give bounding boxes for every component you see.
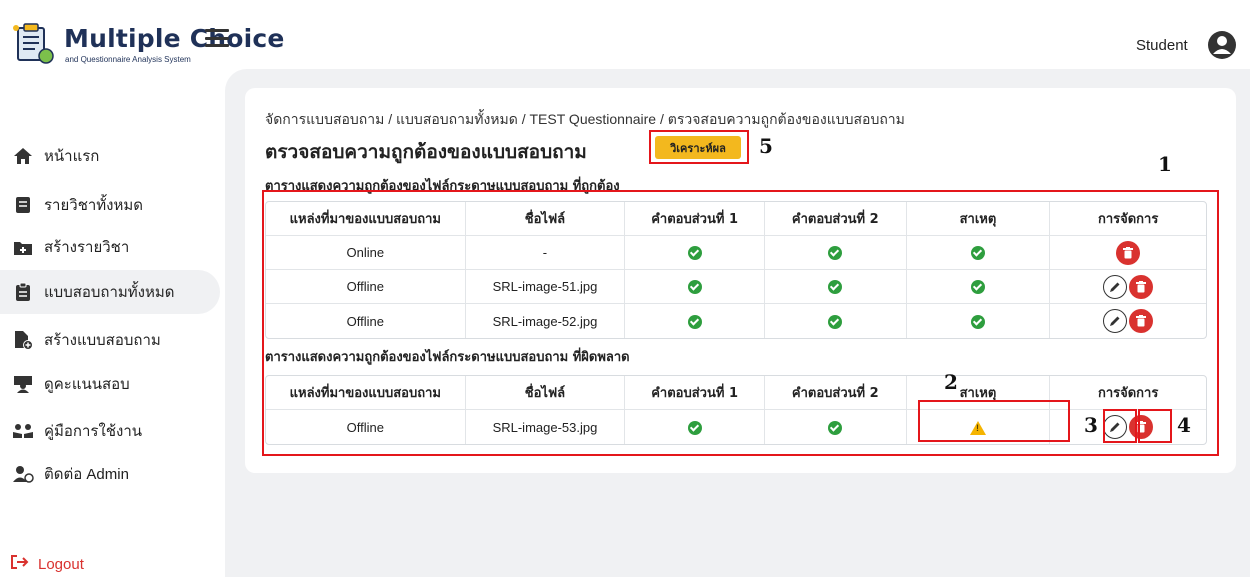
user-avatar-icon[interactable]	[1207, 30, 1237, 60]
annotation-box-edit	[1103, 409, 1137, 443]
sidebar-item-all-questionnaires[interactable]: แบบสอบถามทั้งหมด	[0, 270, 220, 314]
sidebar-item-user-guide[interactable]: คู่มือการใช้งาน	[0, 409, 225, 453]
clipboard-icon	[12, 281, 34, 303]
logout-link[interactable]: Logout	[10, 554, 84, 574]
annotation-number-2: 2	[944, 370, 958, 394]
brand-subtitle: and Questionnaire Analysis System	[65, 55, 191, 64]
logout-icon	[10, 554, 32, 574]
brand-title: Multiple Choice	[64, 24, 285, 53]
user-name[interactable]: Student	[1136, 37, 1188, 54]
sidebar-item-contact-admin[interactable]: ติดต่อ Admin	[0, 452, 225, 496]
sidebar-item-label: สร้างแบบสอบถาม	[44, 332, 161, 349]
add-folder-icon	[12, 236, 34, 258]
add-file-icon	[12, 329, 34, 351]
sidebar-item-create-course[interactable]: สร้างรายวิชา	[0, 225, 225, 269]
annotation-box-cause	[918, 400, 1070, 442]
teacher-icon	[12, 373, 34, 395]
contact-icon	[12, 463, 34, 485]
menu-toggle-icon[interactable]	[205, 29, 229, 47]
annotation-number-5: 5	[759, 134, 773, 158]
breadcrumb[interactable]: จัดการแบบสอบถาม / แบบสอบถามทั้งหมด / TES…	[265, 109, 905, 131]
book-icon	[12, 194, 34, 216]
logout-label: Logout	[38, 555, 84, 573]
home-icon	[12, 145, 34, 167]
reading-icon	[12, 420, 34, 442]
annotation-box-analyze	[649, 130, 749, 164]
sidebar-item-label: รายวิชาทั้งหมด	[44, 197, 144, 214]
annotation-number-1: 1	[1158, 152, 1172, 176]
annotation-box-tables	[262, 190, 1219, 456]
annotation-number-4: 4	[1177, 413, 1191, 437]
annotation-box-delete	[1138, 409, 1172, 443]
sidebar-item-all-courses[interactable]: รายวิชาทั้งหมด	[0, 183, 225, 227]
sidebar-item-label: หน้าแรก	[44, 148, 100, 165]
top-header: Multiple Choice and Questionnaire Analys…	[0, 0, 1250, 69]
sidebar-item-label: แบบสอบถามทั้งหมด	[44, 284, 175, 301]
page-title: ตรวจสอบความถูกต้องของแบบสอบถาม	[265, 141, 587, 163]
sidebar-item-view-scores[interactable]: ดูคะแนนสอบ	[0, 362, 225, 406]
sidebar-item-home[interactable]: หน้าแรก	[0, 134, 225, 178]
annotation-number-3: 3	[1084, 413, 1098, 437]
sidebar-item-label: คู่มือการใช้งาน	[44, 423, 142, 440]
sidebar-item-label: ติดต่อ Admin	[44, 466, 129, 483]
sidebar-item-label: ดูคะแนนสอบ	[44, 376, 130, 393]
logo-icon	[13, 23, 54, 64]
sidebar-item-label: สร้างรายวิชา	[44, 239, 130, 256]
sidebar-item-create-questionnaire[interactable]: สร้างแบบสอบถาม	[0, 318, 225, 362]
